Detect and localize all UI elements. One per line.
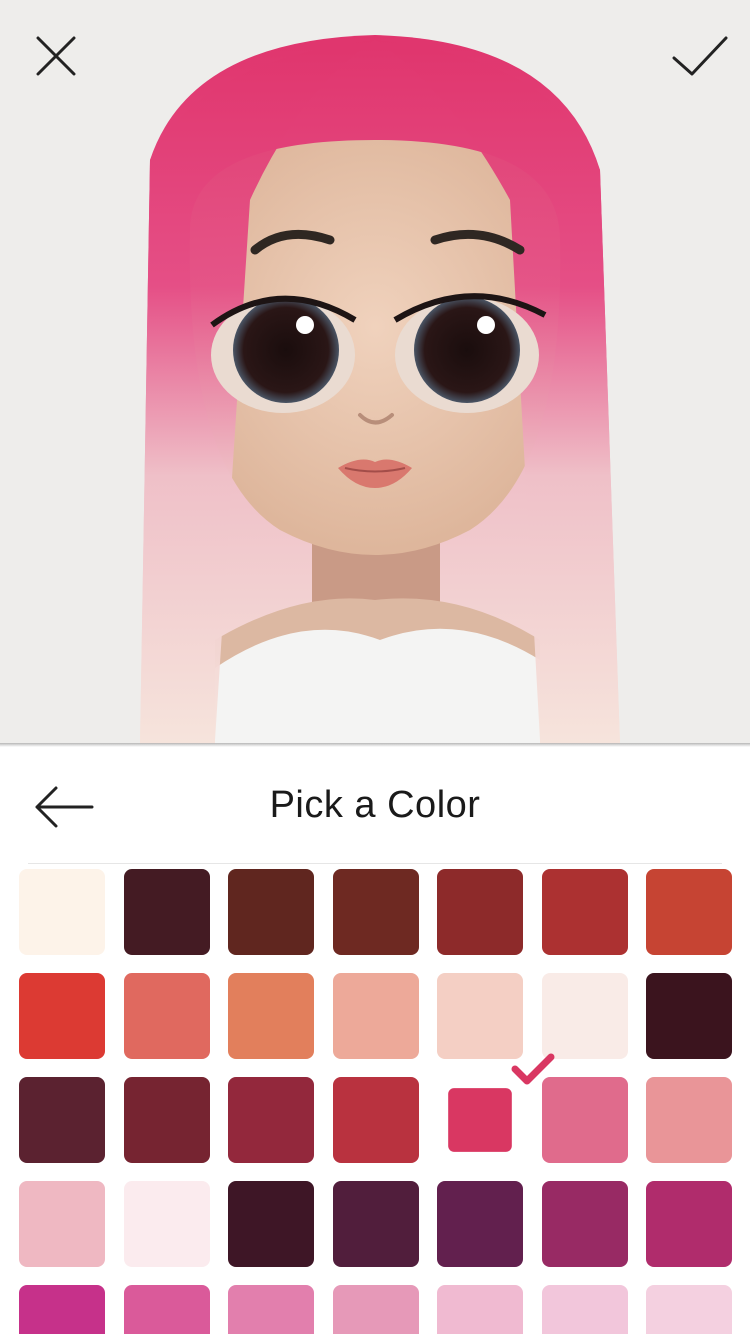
color-swatch[interactable] bbox=[332, 1181, 419, 1267]
color-swatch[interactable] bbox=[228, 869, 314, 955]
close-icon bbox=[36, 36, 76, 76]
color-swatch[interactable] bbox=[332, 1077, 419, 1163]
color-swatch[interactable] bbox=[332, 869, 419, 955]
color-swatch[interactable] bbox=[541, 973, 628, 1059]
color-swatch[interactable] bbox=[646, 1077, 732, 1163]
color-swatch[interactable] bbox=[541, 1285, 628, 1334]
color-swatch[interactable] bbox=[123, 869, 210, 955]
color-swatch[interactable] bbox=[646, 1181, 732, 1267]
color-swatch[interactable] bbox=[332, 1285, 419, 1334]
arrow-left-icon bbox=[35, 786, 94, 828]
color-swatch[interactable] bbox=[19, 973, 105, 1059]
avatar-illustration bbox=[140, 35, 620, 744]
color-swatch[interactable] bbox=[123, 973, 210, 1059]
back-button[interactable] bbox=[24, 775, 104, 839]
page-title: Pick a Color bbox=[269, 783, 481, 826]
color-swatch[interactable] bbox=[123, 1285, 210, 1334]
color-palette bbox=[0, 864, 750, 1334]
color-swatch[interactable] bbox=[541, 1077, 628, 1163]
color-swatch[interactable] bbox=[437, 973, 523, 1059]
confirm-button[interactable] bbox=[668, 24, 732, 88]
color-swatch-selected[interactable] bbox=[448, 1088, 512, 1152]
checkmark-icon bbox=[672, 36, 728, 76]
avatar-preview bbox=[0, 0, 750, 744]
color-swatch[interactable] bbox=[332, 973, 419, 1059]
color-swatch[interactable] bbox=[541, 1181, 628, 1267]
color-swatch[interactable] bbox=[19, 1077, 105, 1163]
color-swatch[interactable] bbox=[228, 1077, 314, 1163]
color-swatch[interactable] bbox=[123, 1077, 210, 1163]
color-swatch[interactable] bbox=[228, 1181, 314, 1267]
color-swatch[interactable] bbox=[437, 1181, 523, 1267]
color-swatch[interactable] bbox=[541, 869, 628, 955]
color-swatch[interactable] bbox=[437, 869, 523, 955]
color-swatch[interactable] bbox=[646, 1285, 732, 1334]
picker-header: Pick a Color bbox=[0, 747, 750, 863]
color-swatch[interactable] bbox=[19, 869, 105, 955]
color-swatch[interactable] bbox=[19, 1181, 105, 1267]
color-swatch[interactable] bbox=[646, 973, 732, 1059]
color-swatch[interactable] bbox=[19, 1285, 105, 1334]
close-button[interactable] bbox=[24, 24, 88, 88]
color-swatch[interactable] bbox=[437, 1285, 523, 1334]
color-swatch[interactable] bbox=[646, 869, 732, 955]
color-swatch[interactable] bbox=[228, 973, 314, 1059]
color-swatch[interactable] bbox=[123, 1181, 210, 1267]
color-swatch[interactable] bbox=[228, 1285, 314, 1334]
